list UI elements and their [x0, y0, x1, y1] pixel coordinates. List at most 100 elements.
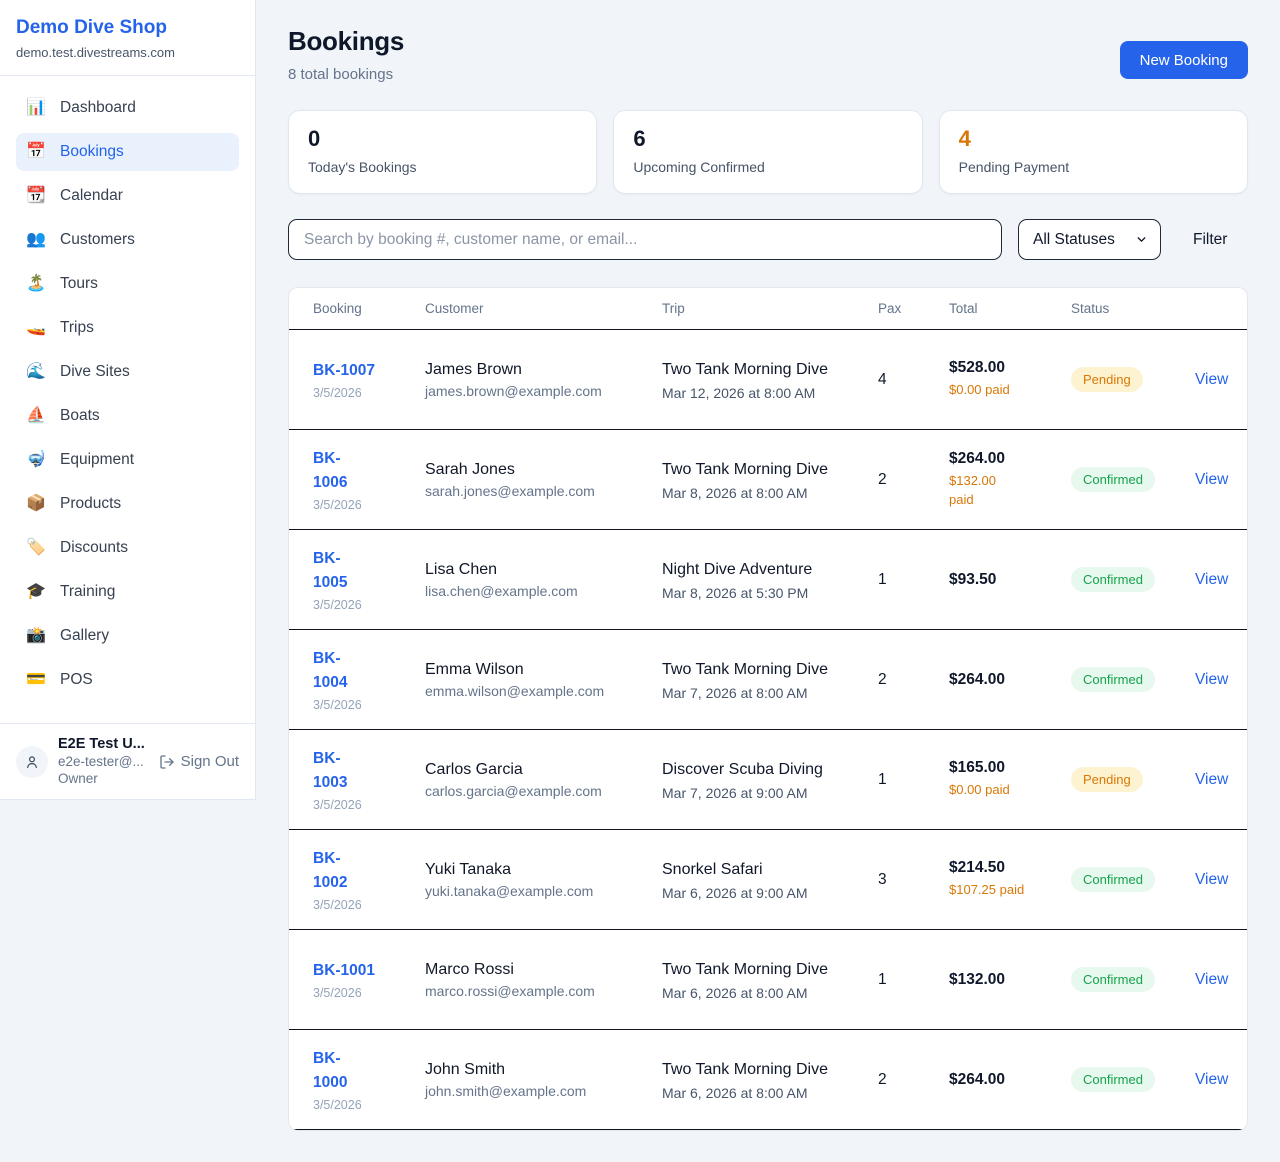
- trip-datetime: Mar 12, 2026 at 8:00 AM: [662, 385, 878, 401]
- filter-button[interactable]: Filter: [1177, 231, 1243, 249]
- table-row: BK-1004 3/5/2026 Emma Wilson emma.wilson…: [289, 630, 1247, 730]
- sign-out-icon: [159, 754, 175, 770]
- total-amount: $264.00: [949, 1071, 1071, 1089]
- booking-id-link[interactable]: BK-1007: [313, 359, 375, 383]
- amount-paid: $132.00paid: [949, 472, 1071, 510]
- amount-paid: $0.00 paid: [949, 381, 1071, 400]
- view-link[interactable]: View: [1195, 471, 1228, 488]
- pax-count: 4: [878, 371, 949, 389]
- search-input[interactable]: [288, 219, 1002, 260]
- table-header-row: Booking Customer Trip Pax Total Status: [289, 288, 1247, 330]
- table-row: BK-1000 3/5/2026 John Smith john.smith@e…: [289, 1030, 1247, 1130]
- actions-cell: View: [1195, 371, 1228, 389]
- sidebar-item-discounts[interactable]: 🏷️ Discounts: [16, 529, 239, 567]
- booking-id-link[interactable]: BK-1003: [313, 747, 347, 795]
- sidebar-item-dive-sites[interactable]: 🌊 Dive Sites: [16, 353, 239, 391]
- booking-created-date: 3/5/2026: [313, 1098, 425, 1112]
- nav-item-icon: 📸: [25, 628, 47, 644]
- status-cell: Pending: [1071, 367, 1195, 392]
- nav-item-icon: ⛵: [25, 408, 47, 424]
- booking-created-date: 3/5/2026: [313, 598, 425, 612]
- view-link[interactable]: View: [1195, 871, 1228, 888]
- trip-cell: Two Tank Morning Dive Mar 6, 2026 at 8:0…: [662, 1058, 878, 1101]
- sidebar-user-footer: E2E Test U... e2e-tester@... Owner Sign …: [0, 723, 255, 799]
- view-link[interactable]: View: [1195, 671, 1228, 688]
- nav-item-label: Equipment: [60, 451, 134, 469]
- sidebar-item-boats[interactable]: ⛵ Boats: [16, 397, 239, 435]
- booking-id-link[interactable]: BK-1000: [313, 1047, 347, 1095]
- nav-item-icon: 💳: [25, 672, 47, 688]
- column-header-customer: Customer: [425, 301, 662, 316]
- trip-name: Snorkel Safari: [662, 858, 834, 882]
- sidebar-item-trips[interactable]: 🚤 Trips: [16, 309, 239, 347]
- customer-name: Lisa Chen: [425, 561, 662, 579]
- view-link[interactable]: View: [1195, 1071, 1228, 1088]
- total-amount: $132.00: [949, 971, 1071, 989]
- status-badge: Confirmed: [1071, 667, 1155, 692]
- booking-id-link[interactable]: BK-1002: [313, 847, 347, 895]
- stat-label: Upcoming Confirmed: [633, 159, 902, 175]
- trip-datetime: Mar 8, 2026 at 5:30 PM: [662, 585, 878, 601]
- brand-name: Demo Dive Shop: [16, 17, 239, 39]
- actions-cell: View: [1195, 1071, 1228, 1089]
- pax-count: 1: [878, 971, 949, 989]
- view-link[interactable]: View: [1195, 771, 1228, 788]
- amount-paid: $107.25 paid: [949, 881, 1071, 900]
- sidebar-item-equipment[interactable]: 🤿 Equipment: [16, 441, 239, 479]
- new-booking-button[interactable]: New Booking: [1120, 41, 1248, 79]
- status-select[interactable]: All Statuses: [1018, 219, 1161, 260]
- sidebar-item-dashboard[interactable]: 📊 Dashboard: [16, 89, 239, 127]
- total-cell: $93.50: [949, 571, 1071, 589]
- sidebar-item-pos[interactable]: 💳 POS: [16, 661, 239, 699]
- brand-block: Demo Dive Shop demo.test.divestreams.com: [0, 0, 255, 76]
- trip-cell: Two Tank Morning Dive Mar 6, 2026 at 8:0…: [662, 958, 878, 1001]
- booking-id-link[interactable]: BK-1001: [313, 959, 375, 983]
- booking-created-date: 3/5/2026: [313, 898, 425, 912]
- view-link[interactable]: View: [1195, 371, 1228, 388]
- status-cell: Confirmed: [1071, 1067, 1195, 1092]
- sidebar-item-calendar[interactable]: 📆 Calendar: [16, 177, 239, 215]
- actions-cell: View: [1195, 571, 1228, 589]
- nav-item-icon: 📦: [25, 496, 47, 512]
- stat-value: 4: [959, 126, 1228, 152]
- bookings-table: Booking Customer Trip Pax Total Status B…: [288, 287, 1248, 1131]
- sidebar-item-bookings[interactable]: 📅 Bookings: [16, 133, 239, 171]
- sidebar: Demo Dive Shop demo.test.divestreams.com…: [0, 0, 256, 800]
- column-header-pax: Pax: [878, 301, 949, 316]
- status-cell: Confirmed: [1071, 867, 1195, 892]
- sidebar-item-tours[interactable]: 🏝️ Tours: [16, 265, 239, 303]
- pax-count: 2: [878, 1071, 949, 1089]
- booking-id-link[interactable]: BK-1006: [313, 447, 347, 495]
- trip-cell: Discover Scuba Diving Mar 7, 2026 at 9:0…: [662, 758, 878, 801]
- trip-name: Two Tank Morning Dive: [662, 958, 834, 982]
- sidebar-item-products[interactable]: 📦 Products: [16, 485, 239, 523]
- pax-count: 1: [878, 771, 949, 789]
- actions-cell: View: [1195, 971, 1228, 989]
- status-cell: Confirmed: [1071, 967, 1195, 992]
- sidebar-item-gallery[interactable]: 📸 Gallery: [16, 617, 239, 655]
- nav-item-label: Products: [60, 495, 121, 513]
- customer-name: John Smith: [425, 1061, 662, 1079]
- view-link[interactable]: View: [1195, 971, 1228, 988]
- booking-id-link[interactable]: BK-1004: [313, 647, 347, 695]
- sign-out-button[interactable]: Sign Out: [159, 753, 239, 770]
- sidebar-item-customers[interactable]: 👥 Customers: [16, 221, 239, 259]
- trip-cell: Two Tank Morning Dive Mar 8, 2026 at 8:0…: [662, 458, 878, 501]
- customer-name: Sarah Jones: [425, 461, 662, 479]
- nav-item-label: POS: [60, 671, 93, 689]
- trip-cell: Two Tank Morning Dive Mar 12, 2026 at 8:…: [662, 358, 878, 401]
- stat-card: 4 Pending Payment: [939, 110, 1248, 194]
- customer-cell: Emma Wilson emma.wilson@example.com: [425, 661, 662, 699]
- status-badge: Confirmed: [1071, 467, 1155, 492]
- user-avatar: [16, 746, 48, 778]
- booking-cell: BK-1004 3/5/2026: [313, 647, 425, 712]
- person-icon: [24, 754, 40, 770]
- status-badge: Confirmed: [1071, 867, 1155, 892]
- booking-id-link[interactable]: BK-1005: [313, 547, 347, 595]
- sidebar-item-training[interactable]: 🎓 Training: [16, 573, 239, 611]
- status-cell: Confirmed: [1071, 567, 1195, 592]
- view-link[interactable]: View: [1195, 571, 1228, 588]
- sign-out-label: Sign Out: [181, 753, 239, 770]
- stat-card: 0 Today's Bookings: [288, 110, 597, 194]
- nav-item-label: Training: [60, 583, 115, 601]
